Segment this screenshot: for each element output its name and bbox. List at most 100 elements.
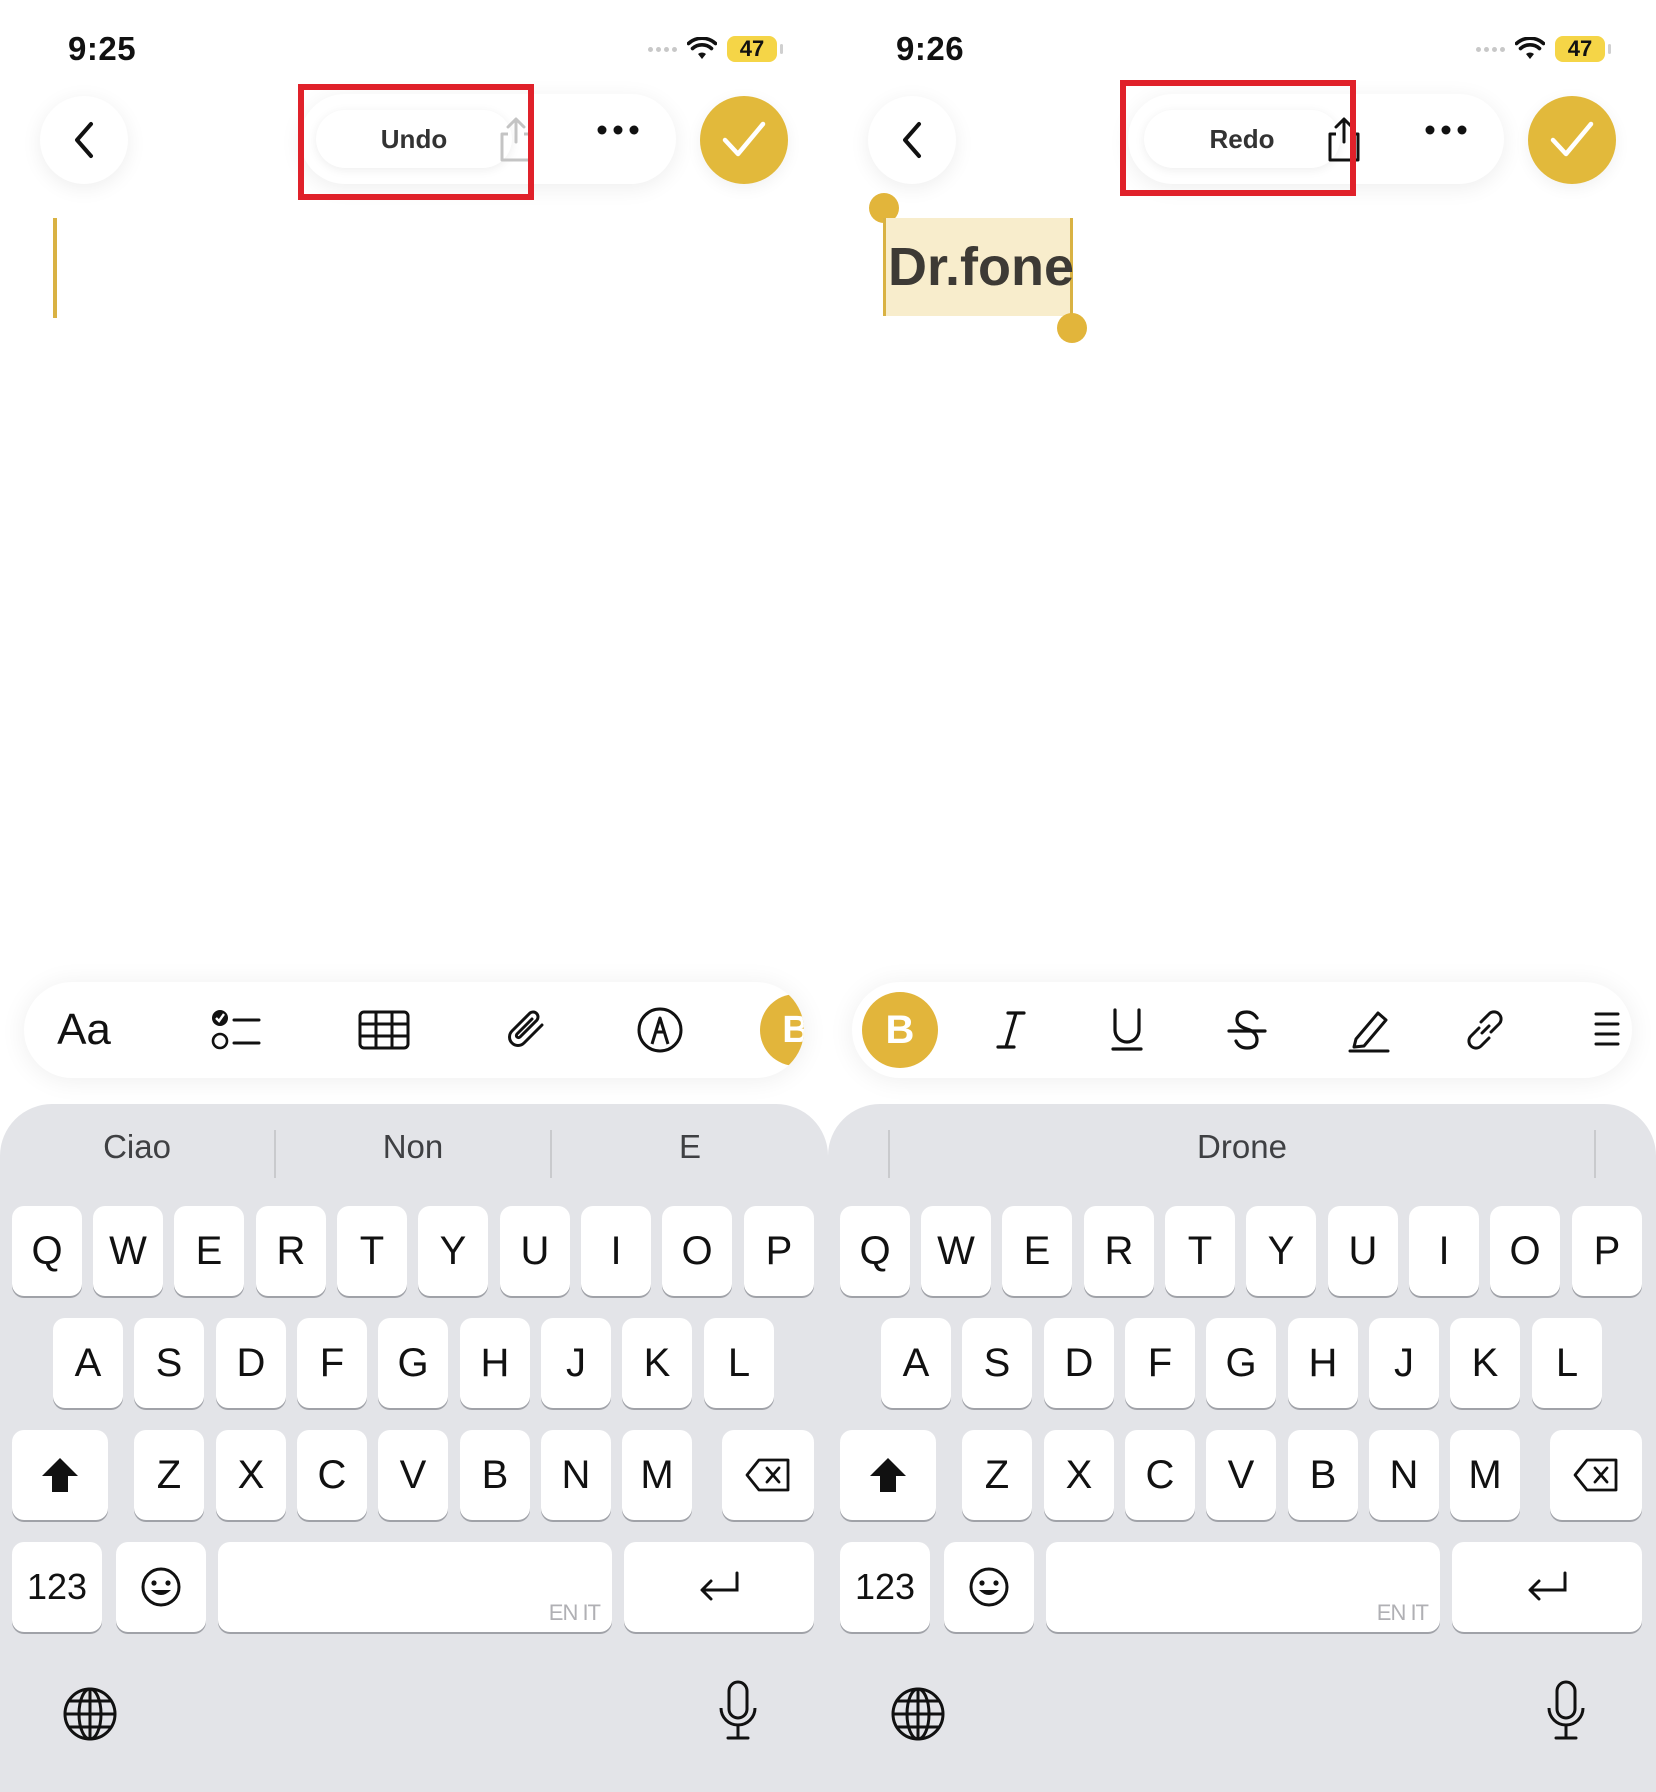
key-y[interactable]: Y xyxy=(1246,1206,1316,1296)
keyboard: Ciao Non E Q W E R T Y U I O P A S D F G… xyxy=(0,1104,828,1792)
done-button[interactable] xyxy=(700,96,788,184)
delete-key[interactable] xyxy=(722,1430,814,1520)
key-j[interactable]: J xyxy=(541,1318,611,1408)
microphone-icon[interactable] xyxy=(1544,1680,1588,1742)
key-e[interactable]: E xyxy=(1002,1206,1072,1296)
key-q[interactable]: Q xyxy=(12,1206,82,1296)
back-button[interactable] xyxy=(40,96,128,184)
return-key[interactable] xyxy=(1452,1542,1642,1632)
done-button[interactable] xyxy=(1528,96,1616,184)
suggestion-3[interactable]: E xyxy=(552,1128,828,1166)
shift-key[interactable] xyxy=(12,1430,108,1520)
key-u[interactable]: U xyxy=(500,1206,570,1296)
key-l[interactable]: L xyxy=(1532,1318,1602,1408)
emoji-key[interactable] xyxy=(944,1542,1034,1632)
markup-button[interactable] xyxy=(618,982,702,1078)
key-k[interactable]: K xyxy=(622,1318,692,1408)
key-z[interactable]: Z xyxy=(134,1430,204,1520)
key-t[interactable]: T xyxy=(1165,1206,1235,1296)
strikethrough-button[interactable] xyxy=(1212,982,1282,1078)
bold-button-partial[interactable]: B xyxy=(756,982,804,1078)
numbers-key[interactable]: 123 xyxy=(840,1542,930,1632)
more-icon[interactable] xyxy=(1424,124,1468,136)
key-n[interactable]: N xyxy=(541,1430,611,1520)
key-u[interactable]: U xyxy=(1328,1206,1398,1296)
return-key[interactable] xyxy=(624,1542,814,1632)
key-x[interactable]: X xyxy=(216,1430,286,1520)
table-button[interactable] xyxy=(342,982,426,1078)
microphone-icon[interactable] xyxy=(716,1680,760,1742)
selection-end-handle[interactable] xyxy=(1057,313,1087,343)
globe-icon[interactable] xyxy=(890,1686,946,1742)
suggestion-2[interactable]: Non xyxy=(276,1128,550,1166)
chevron-left-icon xyxy=(75,122,93,158)
key-z[interactable]: Z xyxy=(962,1430,1032,1520)
key-m[interactable]: M xyxy=(1450,1430,1520,1520)
key-c[interactable]: C xyxy=(297,1430,367,1520)
key-i[interactable]: I xyxy=(581,1206,651,1296)
key-b[interactable]: B xyxy=(460,1430,530,1520)
key-e[interactable]: E xyxy=(174,1206,244,1296)
text-style-button[interactable]: Aa xyxy=(42,982,126,1078)
key-b[interactable]: B xyxy=(1288,1430,1358,1520)
key-y[interactable]: Y xyxy=(418,1206,488,1296)
key-f[interactable]: F xyxy=(1125,1318,1195,1408)
key-w[interactable]: W xyxy=(921,1206,991,1296)
link-button[interactable] xyxy=(1450,982,1520,1078)
key-o[interactable]: O xyxy=(662,1206,732,1296)
key-w[interactable]: W xyxy=(93,1206,163,1296)
italic-button[interactable] xyxy=(976,982,1046,1078)
key-h[interactable]: H xyxy=(460,1318,530,1408)
shift-key[interactable] xyxy=(840,1430,936,1520)
suggestion-2[interactable]: Drone xyxy=(890,1128,1594,1166)
key-h[interactable]: H xyxy=(1288,1318,1358,1408)
back-button[interactable] xyxy=(868,96,956,184)
key-t[interactable]: T xyxy=(337,1206,407,1296)
key-v[interactable]: V xyxy=(1206,1430,1276,1520)
key-r[interactable]: R xyxy=(256,1206,326,1296)
space-key[interactable]: EN IT xyxy=(1046,1542,1440,1632)
key-g[interactable]: G xyxy=(378,1318,448,1408)
highlight-button[interactable] xyxy=(1334,982,1404,1078)
key-j[interactable]: J xyxy=(1369,1318,1439,1408)
key-m[interactable]: M xyxy=(622,1430,692,1520)
key-n[interactable]: N xyxy=(1369,1430,1439,1520)
key-g[interactable]: G xyxy=(1206,1318,1276,1408)
keyboard: Drone Q W E R T Y U I O P A S D F G H J … xyxy=(828,1104,1656,1792)
suggestion-1[interactable]: Ciao xyxy=(0,1128,274,1166)
key-p[interactable]: P xyxy=(1572,1206,1642,1296)
key-s[interactable]: S xyxy=(134,1318,204,1408)
globe-icon[interactable] xyxy=(62,1686,118,1742)
emoji-key[interactable] xyxy=(116,1542,206,1632)
bold-button[interactable]: B xyxy=(862,982,938,1078)
key-f[interactable]: F xyxy=(297,1318,367,1408)
key-a[interactable]: A xyxy=(53,1318,123,1408)
key-l[interactable]: L xyxy=(704,1318,774,1408)
right-screen: 9:26 47 Redo Dr.fone B Drone Q W E R T Y… xyxy=(828,0,1656,1792)
key-a[interactable]: A xyxy=(881,1318,951,1408)
key-s[interactable]: S xyxy=(962,1318,1032,1408)
key-d[interactable]: D xyxy=(1044,1318,1114,1408)
key-r[interactable]: R xyxy=(1084,1206,1154,1296)
attachment-button[interactable] xyxy=(484,982,568,1078)
checklist-button[interactable] xyxy=(194,982,278,1078)
delete-key[interactable] xyxy=(1550,1430,1642,1520)
key-d[interactable]: D xyxy=(216,1318,286,1408)
space-key[interactable]: EN IT xyxy=(218,1542,612,1632)
status-icons: 47 xyxy=(1476,36,1611,62)
more-icon[interactable] xyxy=(596,124,640,136)
numbers-key[interactable]: 123 xyxy=(12,1542,102,1632)
key-i[interactable]: I xyxy=(1409,1206,1479,1296)
key-v[interactable]: V xyxy=(378,1430,448,1520)
key-o[interactable]: O xyxy=(1490,1206,1560,1296)
key-x[interactable]: X xyxy=(1044,1430,1114,1520)
key-c[interactable]: C xyxy=(1125,1430,1195,1520)
key-p[interactable]: P xyxy=(744,1206,814,1296)
key-q[interactable]: Q xyxy=(840,1206,910,1296)
key-k[interactable]: K xyxy=(1450,1318,1520,1408)
underline-button[interactable] xyxy=(1092,982,1162,1078)
list-button[interactable] xyxy=(1578,982,1632,1078)
selected-note-text[interactable]: Dr.fone xyxy=(883,218,1074,316)
emoji-icon xyxy=(141,1567,181,1607)
bold-icon: B xyxy=(760,994,804,1066)
